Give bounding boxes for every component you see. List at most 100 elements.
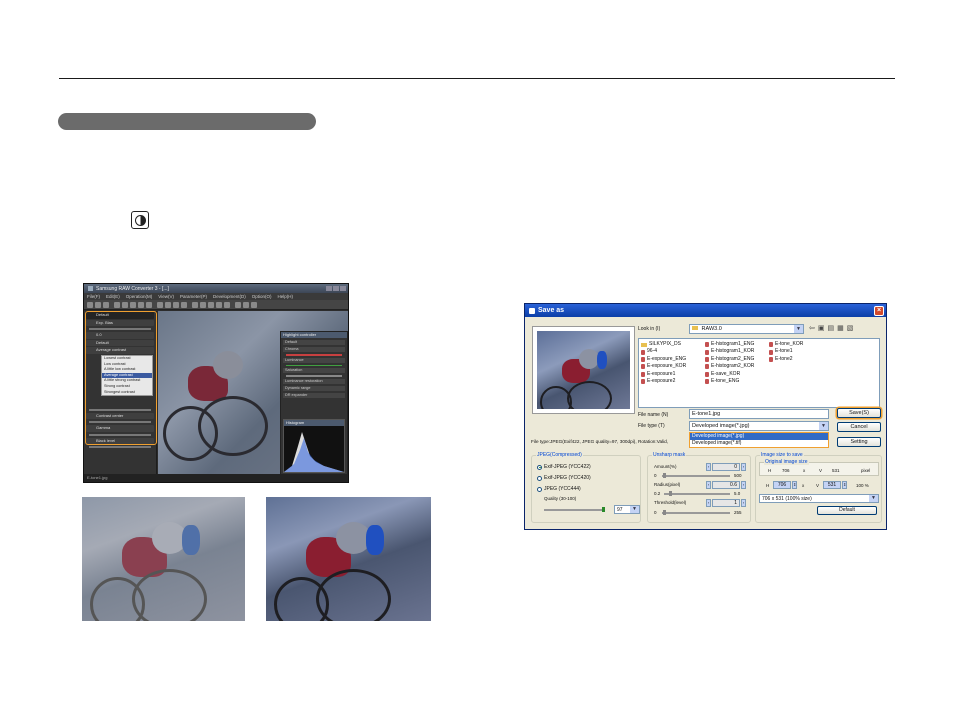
toolbar-button[interactable] [122,301,128,308]
toolbar-button[interactable] [114,301,120,308]
chevron-down-icon[interactable]: ▼ [869,495,878,502]
chevron-down-icon[interactable]: ▼ [630,506,639,513]
dynamic-range-row[interactable]: Dynamic range [283,385,345,391]
toolbar-button[interactable] [192,301,198,308]
new-folder-icon[interactable]: ▤ [828,324,835,332]
dr-expander-row[interactable]: DR expander [283,392,345,398]
radio-ycc444[interactable]: JPEG (YCC444) [537,486,581,492]
up-folder-icon[interactable]: ▣ [818,324,825,332]
v-size-spinner[interactable]: ⇕ [842,481,847,489]
view-menu-icon[interactable]: ▦ [837,324,844,332]
save-button[interactable]: Save(S) [837,408,881,418]
file-type-dropdown[interactable]: Developed image(*.jpg) Developed image(*… [689,432,829,448]
saturation-row[interactable]: Saturation [283,368,345,373]
threshold-decrement[interactable]: ‹ [706,499,711,507]
threshold-slider-thumb[interactable] [663,510,666,515]
luminance-row[interactable]: Luminance [283,357,345,363]
list-item[interactable]: E-exposure_KOR [641,363,686,370]
toolbar-button[interactable] [95,301,101,308]
menu-edit[interactable]: Edit(E) [106,294,120,299]
list-item[interactable]: E-histogram1_ENG [705,341,754,348]
amount-slider[interactable] [662,475,730,477]
radius-slider[interactable] [664,493,730,495]
chevron-down-icon[interactable]: ▼ [819,422,828,430]
list-item[interactable]: E-tone_ENG [705,378,754,385]
list-item[interactable]: E-tone_KOR [769,341,803,348]
amount-value[interactable]: 0 [712,463,740,471]
menu-development[interactable]: Development(D) [213,294,246,299]
quality-slider[interactable] [544,509,604,511]
h-size-input[interactable]: 706 [773,481,791,489]
luminance-restoration-row[interactable]: Luminance restoration [283,378,345,384]
toolbar-button[interactable] [216,301,222,308]
toolbar-button[interactable] [208,301,214,308]
setting-button[interactable]: Setting [837,437,881,447]
luminance-slider[interactable] [286,364,342,366]
radius-increment[interactable]: › [741,481,746,489]
quality-slider-thumb[interactable] [602,507,605,512]
toolbar-button[interactable] [103,301,109,308]
amount-slider-thumb[interactable] [663,473,666,478]
h-size-spinner[interactable]: ⇕ [792,481,797,489]
list-item[interactable]: E-tone2 [769,356,803,363]
toolbar-button[interactable] [138,301,144,308]
list-item[interactable]: E-histogram1_KOR [705,348,754,355]
default-button[interactable]: Default [817,506,877,515]
menu-parameter[interactable]: Parameter(P) [180,294,207,299]
chevron-down-icon[interactable]: ▼ [794,325,803,333]
radio-ycc422[interactable]: Exif-JPEG (YCC422) [537,464,591,470]
toolbar-button[interactable] [181,301,187,308]
toolbar-button[interactable] [224,301,230,308]
threshold-value[interactable]: 1 [712,499,740,507]
amount-decrement[interactable]: ‹ [706,463,711,471]
toolbar-button[interactable] [243,301,249,308]
radius-value[interactable]: 0.6 [712,481,740,489]
list-item[interactable]: SILKYPIX_DS [641,341,686,348]
v-size-input[interactable]: 531 [823,481,841,489]
list-item[interactable]: E-histogram2_ENG [705,356,754,363]
file-name-input[interactable]: E-tone1.jpg [689,409,829,419]
chroma-row[interactable]: Chroma [283,347,345,352]
toolbar-button[interactable] [235,301,241,308]
list-item[interactable]: E-exposure1 [641,371,686,378]
threshold-increment[interactable]: › [741,499,746,507]
list-item[interactable]: E-tone1 [769,348,803,355]
black-level-slider[interactable] [89,446,151,448]
toolbar-button[interactable] [130,301,136,308]
saturation-slider[interactable] [286,375,342,377]
toolbar-button[interactable] [173,301,179,308]
menu-file[interactable]: File(F) [87,294,100,299]
radio-ycc420[interactable]: Exif-JPEG (YCC420) [537,475,591,481]
back-icon[interactable]: ⇦ [809,324,815,332]
list-item[interactable]: E-histogram2_KOR [705,363,754,370]
toolbar-button[interactable] [146,301,152,308]
refresh-icon[interactable]: ▧ [847,324,854,332]
list-item[interactable]: E-save_KOR [705,371,754,378]
toolbar-button[interactable] [165,301,171,308]
panel-preset[interactable]: Default [283,340,345,345]
toolbar-button[interactable] [251,301,257,308]
window-controls[interactable] [326,286,348,291]
radius-decrement[interactable]: ‹ [706,481,711,489]
file-type-select[interactable]: Developed image(*.jpg) ▼ [689,421,829,431]
list-item[interactable]: 96-4 [641,348,686,355]
chroma-slider[interactable] [286,354,342,356]
threshold-slider[interactable] [662,512,730,514]
quality-select[interactable]: 97 ▼ [614,505,640,514]
menu-operation[interactable]: Operation(M) [126,294,153,299]
list-item[interactable]: E-exposure2 [641,378,686,385]
cancel-button[interactable]: Cancel [837,422,881,432]
amount-increment[interactable]: › [741,463,746,471]
toolbar-button[interactable] [87,301,93,308]
list-item[interactable]: E-exposure_ENG [641,356,686,363]
close-icon[interactable]: × [874,305,884,316]
menu-help[interactable]: Help(H) [278,294,294,299]
radius-slider-thumb[interactable] [669,491,672,496]
toolbar-button[interactable] [157,301,163,308]
file-type-option[interactable]: Developed image(*.tif) [690,440,828,447]
toolbar-button[interactable] [200,301,206,308]
file-type-option[interactable]: Developed image(*.jpg) [690,433,828,440]
menu-option[interactable]: Option(O) [252,294,272,299]
size-preset-select[interactable]: 706 x 531 (100% size) ▼ [759,494,879,503]
look-in-select[interactable]: RAW3.0 ▼ [689,324,804,334]
